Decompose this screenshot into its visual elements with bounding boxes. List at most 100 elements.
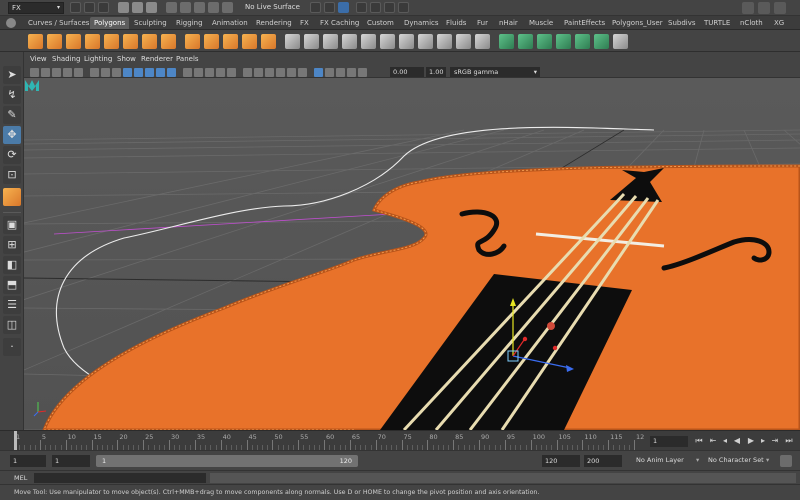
ambient-occlusion-icon[interactable] [265, 68, 274, 77]
depth-of-field-icon[interactable] [298, 68, 307, 77]
channel-box-toggle-icon[interactable] [774, 2, 786, 14]
plane-icon[interactable] [104, 34, 119, 49]
shelf-tab-subdivs[interactable]: Subdivs [668, 17, 696, 29]
animation-start-field[interactable]: 1 [10, 455, 46, 467]
auto-map-icon[interactable] [537, 34, 552, 49]
auto-key-icon[interactable] [780, 455, 792, 467]
select-component-icon[interactable] [146, 2, 157, 13]
sphere-icon[interactable] [28, 34, 43, 49]
select-object-icon[interactable] [132, 2, 143, 13]
play-backwards-icon[interactable]: ◀ [732, 436, 742, 446]
shadows-icon[interactable] [254, 68, 263, 77]
shelf-tab-painteffects[interactable]: PaintEffects [564, 17, 605, 29]
hypershade-icon[interactable] [384, 2, 395, 13]
shelf-tab-fur[interactable]: Fur [477, 17, 488, 29]
persp-outliner-layout-icon[interactable]: ◧ [3, 256, 21, 274]
slide-edge-icon[interactable] [437, 34, 452, 49]
animation-end-field[interactable]: 200 [584, 455, 622, 467]
shelf-tab-sculpting[interactable]: Sculpting [134, 17, 167, 29]
shelf-settings-gear-icon[interactable] [6, 18, 16, 28]
snap-curve-icon[interactable] [180, 2, 191, 13]
time-slider-ticks[interactable]: 1 5 10 15 20 25 30 35 40 45 50 55 60 65 70 75 80 85 90 95 10… [10, 431, 646, 451]
panel-menu-show[interactable]: Show [117, 55, 136, 63]
perspective-viewport[interactable] [24, 78, 800, 430]
shelf-tab-dynamics[interactable]: Dynamics [404, 17, 439, 29]
go-to-start-icon[interactable]: ⏮ [694, 436, 704, 446]
panel-menu-renderer[interactable]: Renderer [141, 55, 173, 63]
playback-start-field[interactable]: 1 [52, 455, 90, 467]
step-forward-frame-icon[interactable]: ▸ [758, 436, 768, 446]
time-slider[interactable]: 1 5 10 15 20 25 30 35 40 45 50 55 60 65 70 75 80 85 90 95 10… [0, 430, 800, 451]
bevel-icon[interactable] [304, 34, 319, 49]
safe-title-icon[interactable] [167, 68, 176, 77]
torus-icon[interactable] [123, 34, 138, 49]
go-to-end-icon[interactable]: ⏭ [784, 436, 794, 446]
default-material-icon[interactable] [205, 68, 214, 77]
snap-point-icon[interactable] [194, 2, 205, 13]
snap-view-plane-icon[interactable] [208, 2, 219, 13]
ipr-render-icon[interactable] [356, 2, 367, 13]
exposure-field[interactable]: 0.00 [390, 67, 424, 77]
mirror-icon[interactable] [285, 34, 300, 49]
gate-mask-icon[interactable] [134, 68, 143, 77]
smooth-icon[interactable] [242, 34, 257, 49]
snap-grid-icon[interactable] [166, 2, 177, 13]
panel-menu-view[interactable]: View [30, 55, 47, 63]
step-back-frame-icon[interactable]: ◂ [720, 436, 730, 446]
open-scene-icon[interactable] [84, 2, 95, 13]
panel-menu-lighting[interactable]: Lighting [84, 55, 112, 63]
step-back-key-icon[interactable]: ⇤ [708, 436, 718, 446]
image-plane-icon[interactable] [63, 68, 72, 77]
pipe-icon[interactable] [161, 34, 176, 49]
persp-graph-layout-icon[interactable]: ⬒ [3, 276, 21, 294]
panel-menu-shading[interactable]: Shading [52, 55, 80, 63]
textured-icon[interactable] [227, 68, 236, 77]
resolution-gate-icon[interactable] [123, 68, 132, 77]
bridge-icon[interactable] [323, 34, 338, 49]
shelf-tab-fluids[interactable]: Fluids [446, 17, 466, 29]
lights-icon[interactable] [243, 68, 252, 77]
boolean-icon[interactable] [261, 34, 276, 49]
manipulator-x-handle[interactable] [522, 336, 528, 342]
outliner-layout-icon[interactable]: ◫ [3, 316, 21, 334]
collapse-icon[interactable] [475, 34, 490, 49]
select-tool-arrow-icon[interactable]: ➤ [3, 66, 21, 84]
paint-select-tool-icon[interactable]: ✎ [3, 106, 21, 124]
grid-toggle-icon[interactable] [101, 68, 110, 77]
manipulator-handle[interactable] [552, 345, 558, 351]
cylinder-icon[interactable] [66, 34, 81, 49]
isolate-select-icon[interactable] [314, 68, 323, 77]
shelf-tab-rendering[interactable]: Rendering [256, 17, 292, 29]
attribute-editor-toggle-icon[interactable] [742, 2, 754, 14]
split-icon[interactable] [380, 34, 395, 49]
wireframe-on-shaded-icon[interactable] [216, 68, 225, 77]
bookmark-icon[interactable] [52, 68, 61, 77]
select-hierarchy-icon[interactable] [118, 2, 129, 13]
field-chart-icon[interactable] [145, 68, 154, 77]
four-view-layout-icon[interactable]: ⊞ [3, 236, 21, 254]
extract-icon[interactable] [223, 34, 238, 49]
gamma-field[interactable]: 1.00 [426, 67, 446, 77]
construction-history-icon[interactable] [324, 2, 335, 13]
shelf-tab-rigging[interactable]: Rigging [176, 17, 203, 29]
spherical-map-icon[interactable] [575, 34, 590, 49]
camera-attributes-icon[interactable] [41, 68, 50, 77]
cylindrical-map-icon[interactable] [556, 34, 571, 49]
rotate-tool-icon[interactable]: ⟳ [3, 146, 21, 164]
shelf-tab-polygons[interactable]: Polygons [90, 17, 130, 29]
play-forwards-icon[interactable]: ▶ [746, 436, 756, 446]
normals-icon[interactable] [594, 34, 609, 49]
cube-icon[interactable] [47, 34, 62, 49]
render-icon[interactable] [338, 2, 349, 13]
extrude-icon[interactable] [342, 34, 357, 49]
current-time-indicator[interactable] [14, 431, 17, 451]
playback-end-field[interactable]: 120 [542, 455, 580, 467]
shelf-tab-custom[interactable]: Custom [367, 17, 394, 29]
planar-map-icon[interactable] [518, 34, 533, 49]
layout-menu-icon[interactable]: · [3, 338, 21, 356]
shelf-tab-polygons-user[interactable]: Polygons_User [612, 17, 663, 29]
range-slider[interactable]: 1 120 [96, 455, 358, 467]
save-scene-icon[interactable] [98, 2, 109, 13]
smooth-shade-icon[interactable] [194, 68, 203, 77]
new-scene-icon[interactable] [70, 2, 81, 13]
